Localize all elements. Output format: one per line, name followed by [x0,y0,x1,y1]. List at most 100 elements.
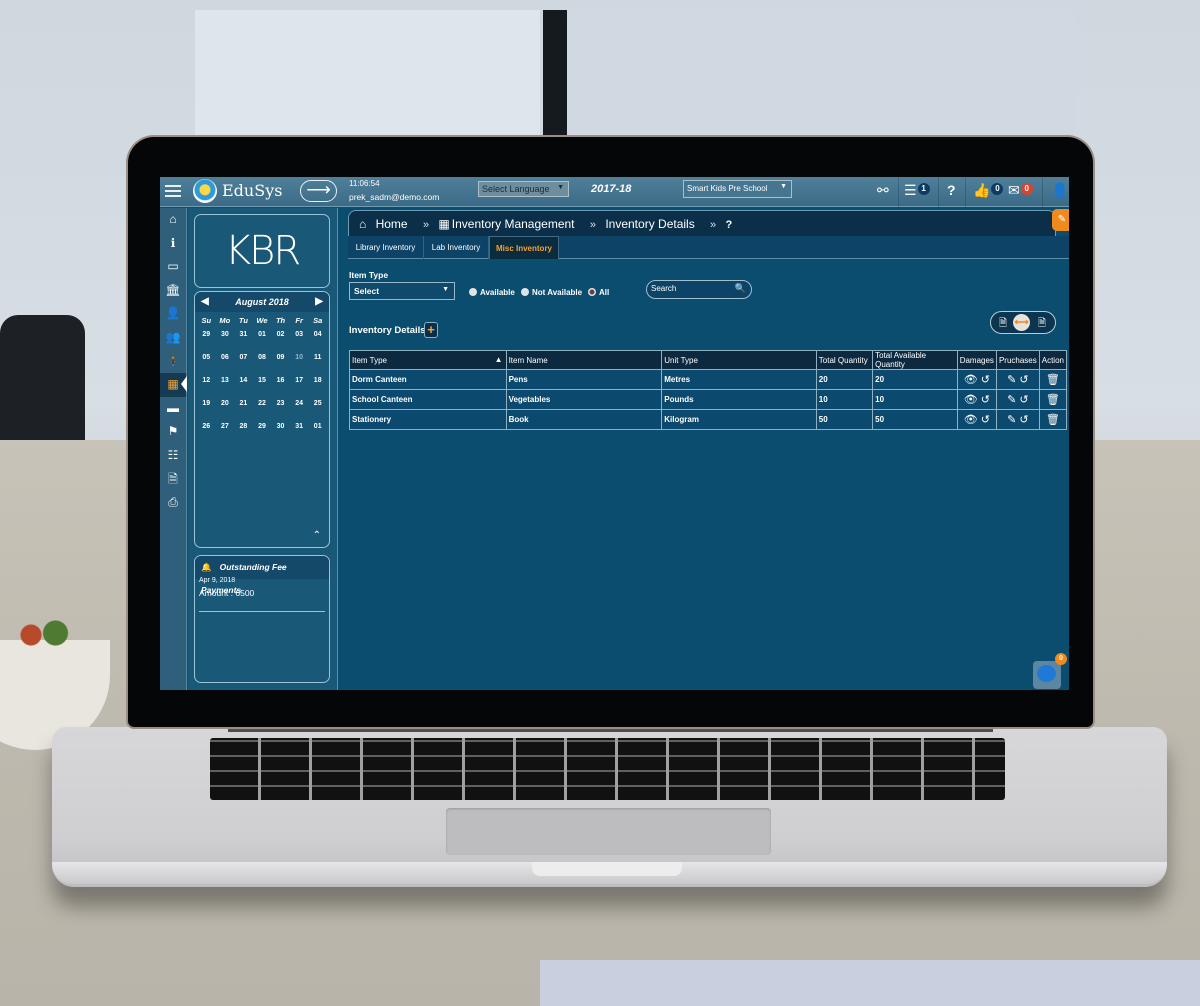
prev-month-icon[interactable]: ◀ [201,292,209,312]
calendar-day[interactable]: 10 [290,353,309,376]
delete-icon[interactable]: 🗑 [1046,374,1060,386]
calendar-day[interactable]: 15 [253,376,272,399]
users-icon[interactable]: 👥 [160,326,186,350]
calendar-day[interactable]: 31 [290,422,309,445]
calendar-day[interactable]: 04 [308,330,327,353]
sort-ascending-icon[interactable]: ▲ [495,355,503,364]
calendar-day[interactable]: 07 [234,353,253,376]
calendar-day[interactable]: 21 [234,399,253,422]
column-header-unit-type[interactable]: Unit Type [661,350,817,370]
calendar-day[interactable]: 06 [216,353,235,376]
radio-button[interactable] [469,288,477,296]
history-icon[interactable]: ↺ [1019,394,1028,406]
list-button[interactable]: ☰ 1 [904,180,930,204]
help-icon[interactable]: ? [726,219,733,231]
add-user-icon[interactable]: 👤 [160,302,186,326]
edit-icon[interactable]: ✎ [1007,394,1016,406]
view-icon[interactable]: 👁 [964,394,978,406]
tab-lab-inventory[interactable]: Lab Inventory [424,236,489,259]
card-icon[interactable]: ▬ [160,397,186,421]
calendar-day[interactable]: 30 [271,422,290,445]
calendar-day[interactable]: 29 [253,422,272,445]
calendar-day[interactable]: 16 [271,376,290,399]
calendar-day[interactable]: 20 [216,399,235,422]
document-icon[interactable]: 🗎 [160,468,186,492]
calendar-day[interactable]: 13 [216,376,235,399]
person-icon[interactable]: 🕴 [160,350,186,374]
flag-icon[interactable]: ⚑ [160,420,186,444]
breadcrumb-module[interactable]: Inventory Management [452,217,575,231]
calendar-day[interactable]: 18 [308,376,327,399]
calendar-day[interactable]: 02 [271,330,290,353]
history-icon[interactable]: ↺ [981,374,990,386]
history-icon[interactable]: ↺ [1019,374,1028,386]
view-icon[interactable]: 👁 [964,414,978,426]
mail-button[interactable]: ✉ 0 [1008,180,1033,204]
calendar-day[interactable]: 22 [253,399,272,422]
radio-not-available[interactable]: Not Available [521,288,582,297]
calendar-day[interactable]: 03 [290,330,309,353]
radio-button[interactable] [521,288,529,296]
calendar-day[interactable]: 23 [271,399,290,422]
edit-icon[interactable]: ✎ [1007,414,1016,426]
column-header-item-type[interactable]: Item Type ▲ [349,350,507,370]
calendar-day[interactable]: 17 [290,376,309,399]
calendar-day[interactable]: 19 [197,399,216,422]
search-icon[interactable]: 🔍 [735,283,746,294]
tab-misc-inventory[interactable]: Misc Inventory [489,236,559,259]
calendar-day[interactable]: 08 [253,353,272,376]
radio-button-checked[interactable] [588,288,596,296]
print-icon[interactable]: ⎙ [160,491,186,515]
breadcrumb-home[interactable]: Home [376,217,408,231]
calendar-day[interactable]: 24 [290,399,309,422]
calendar-day[interactable]: 31 [234,330,253,353]
search-input[interactable]: Search 🔍 [646,280,752,299]
language-select[interactable]: Select Language ▼ [478,181,569,197]
home-icon[interactable]: ⌂ [160,208,186,232]
calendar-day[interactable]: 05 [197,353,216,376]
add-inventory-button[interactable]: + [424,322,438,338]
column-header-total-available-quantity[interactable]: Total Available Quantity [872,350,958,370]
history-icon[interactable]: ↺ [981,414,990,426]
calendar-day[interactable]: 28 [234,422,253,445]
settings-brush-icon[interactable]: ✎ [1052,209,1069,231]
calendar-day[interactable]: 12 [197,376,216,399]
help-icon[interactable]: ? [947,180,956,204]
menu-icon[interactable] [165,185,181,198]
delete-icon[interactable]: 🗑 [1046,394,1060,406]
calendar-day[interactable]: 11 [308,353,327,376]
column-header-total-quantity[interactable]: Total Quantity [815,350,874,370]
institution-icon[interactable]: 🏛 [160,279,186,303]
info-icon[interactable]: ℹ [160,232,186,256]
chat-button[interactable]: 0 [1033,653,1067,689]
like-button[interactable]: 👍 0 [973,180,1004,204]
expand-horizontal-icon[interactable]: ⟷ [1013,314,1030,331]
calendar-day[interactable]: 25 [308,399,327,422]
view-icon[interactable]: 👁 [964,374,978,386]
item-type-select[interactable]: Select ▼ [349,282,455,300]
column-header-item-name[interactable]: Item Name [505,350,663,370]
calendar-day[interactable]: 01 [308,422,327,445]
calendar-day[interactable]: 27 [216,422,235,445]
radio-available[interactable]: Available [469,288,515,297]
calendar-day[interactable]: 01 [253,330,272,353]
monitor-icon[interactable]: ▭ [160,255,186,279]
calendar-day[interactable]: 29 [197,330,216,353]
excel-export-icon[interactable]: 🗎 [999,316,1007,333]
collapse-up-icon[interactable]: ⌃ [313,530,321,541]
radio-all[interactable]: All [588,288,609,297]
history-icon[interactable]: ↺ [1019,414,1028,426]
list-icon[interactable]: ☷ [160,444,186,468]
arrow-right-icon[interactable]: ⟶ [300,180,337,202]
calendar-day[interactable]: 14 [234,376,253,399]
user-icon[interactable]: 👤 [1051,180,1068,204]
calendar-day[interactable]: 30 [216,330,235,353]
pdf-export-icon[interactable]: 🗎 [1038,316,1046,333]
tab-library-inventory[interactable]: Library Inventory [348,236,424,259]
next-month-icon[interactable]: ▶ [315,292,323,312]
calendar-day[interactable]: 26 [197,422,216,445]
delete-icon[interactable]: 🗑 [1046,414,1060,426]
edit-icon[interactable]: ✎ [1007,374,1016,386]
history-icon[interactable]: ↺ [981,394,990,406]
calendar-day[interactable]: 09 [271,353,290,376]
